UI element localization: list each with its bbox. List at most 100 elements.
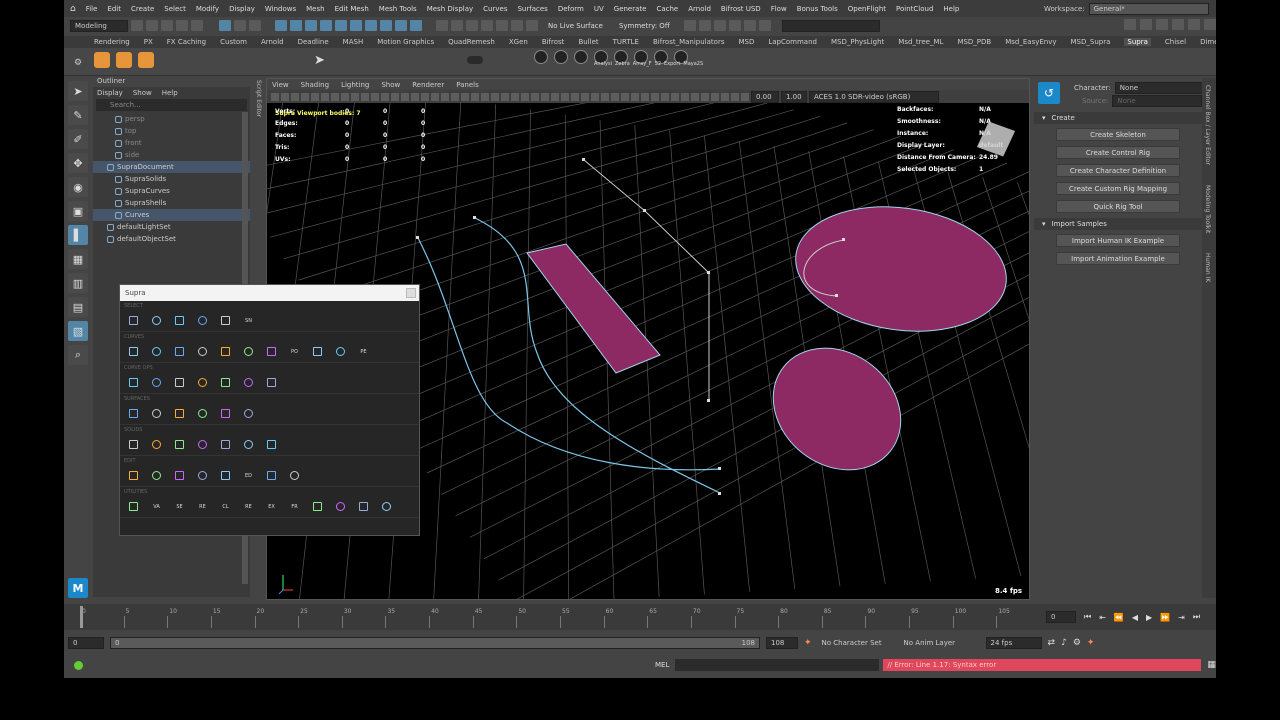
viewport-tool-icon[interactable] [641, 92, 649, 101]
import-section-header[interactable]: ▾ Import Samples [1034, 218, 1202, 230]
polyline-curve[interactable] [583, 159, 710, 401]
supra-tool-icon[interactable] [217, 312, 234, 329]
viewport-tool-icon[interactable] [471, 92, 479, 101]
viewport-menu-view[interactable]: View [272, 81, 289, 89]
viewport-tool-icon[interactable] [501, 92, 509, 101]
viewport-tool-icon[interactable] [541, 92, 549, 101]
menu-uv[interactable]: UV [594, 5, 604, 13]
outliner-item[interactable]: top [93, 125, 250, 137]
shelf-tab-dimension[interactable]: Dimension [1200, 38, 1216, 46]
start-time-field[interactable]: 0 [68, 637, 104, 649]
supra-tool-icon[interactable]: RE [194, 498, 211, 515]
outliner-item[interactable]: SupraSolids [93, 173, 250, 185]
snap-grid-icon[interactable] [275, 20, 287, 31]
menu-surfaces[interactable]: Surfaces [517, 5, 547, 13]
camera-icon[interactable] [526, 20, 538, 31]
snap-misc-icon[interactable] [410, 20, 422, 31]
supra-tool-icon[interactable] [332, 498, 349, 515]
viewport-tool-icon[interactable] [341, 92, 349, 101]
toggle-icon-a[interactable] [683, 20, 696, 31]
paint-select-icon[interactable]: ✐ [68, 129, 88, 149]
supra-cube-c-icon[interactable] [138, 52, 154, 68]
shelf-tab-xgen[interactable]: XGen [509, 38, 528, 46]
shelf-arrow-icon[interactable]: ➤ [314, 53, 325, 68]
panel-toggle-1-icon[interactable] [1124, 19, 1136, 30]
hypershade-icon[interactable] [496, 20, 508, 31]
home-icon[interactable]: ⌂ [70, 4, 76, 14]
character-key-icon[interactable]: ✦ [804, 638, 812, 648]
supra-tool-icon[interactable] [240, 436, 257, 453]
viewport-tool-icon[interactable] [431, 92, 439, 101]
supra-tool-icon[interactable] [194, 405, 211, 422]
viewport-tool-icon[interactable] [581, 92, 589, 101]
supra-tool-icon[interactable] [125, 312, 142, 329]
scale-tool-icon[interactable]: ▣ [68, 201, 88, 221]
viewport-tool-icon[interactable] [521, 92, 529, 101]
viewport-tool-icon[interactable] [381, 92, 389, 101]
viewport-menu-show[interactable]: Show [381, 81, 400, 89]
viewport-menu-shading[interactable]: Shading [301, 81, 329, 89]
supra-tool-icon[interactable]: PO [286, 343, 303, 360]
supra-tool-icon[interactable] [263, 374, 280, 391]
outliner-menu-display[interactable]: Display [97, 89, 123, 97]
menu-bifrost-usd[interactable]: Bifrost USD [721, 5, 761, 13]
import-button[interactable]: Import Animation Example [1056, 252, 1180, 265]
range-bar[interactable]: 0 108 [110, 637, 760, 649]
snap-point-icon[interactable] [305, 20, 317, 31]
viewport-tool-icon[interactable] [601, 92, 609, 101]
menu-mesh-display[interactable]: Mesh Display [427, 5, 473, 13]
go-end-icon[interactable]: ⏭ [1193, 612, 1200, 622]
select-object-icon[interactable] [234, 20, 246, 31]
snap-view-icon[interactable] [320, 20, 332, 31]
supra-tool-icon[interactable] [125, 467, 142, 484]
viewport-menu-lighting[interactable]: Lighting [341, 81, 369, 89]
menu-help[interactable]: Help [943, 5, 959, 13]
shelf-gear-icon[interactable]: ⚙ [74, 58, 82, 68]
viewport-tool-icon[interactable] [611, 92, 619, 101]
viewport-menu-renderer[interactable]: Renderer [412, 81, 444, 89]
supra-tool-icon[interactable] [148, 374, 165, 391]
shelf-tab-msd-pdb[interactable]: MSD_PDB [957, 38, 991, 46]
viewport-tool-icon[interactable] [281, 92, 289, 101]
viewport-tool-icon[interactable] [591, 92, 599, 101]
shelf-script-button[interactable] [554, 50, 568, 64]
live-surface-label[interactable]: No Live Surface [548, 22, 603, 30]
select-component-icon[interactable] [249, 20, 261, 31]
menu-openflight[interactable]: OpenFlight [848, 5, 886, 13]
create-section-header[interactable]: ▾ Create [1034, 112, 1202, 124]
script-editor-icon[interactable]: ▦ [1207, 660, 1216, 670]
shelf-tab-lapcommand[interactable]: LapCommand [768, 38, 817, 46]
snap-edge-icon[interactable] [365, 20, 377, 31]
shelf-tab-deadline[interactable]: Deadline [298, 38, 329, 46]
supra-tool-icon[interactable] [171, 312, 188, 329]
menu-select[interactable]: Select [164, 5, 186, 13]
viewport-tool-icon[interactable] [731, 92, 739, 101]
menu-bonus-tools[interactable]: Bonus Tools [797, 5, 838, 13]
shelf-tab-bullet[interactable]: Bullet [578, 38, 598, 46]
viewport-tool-icon[interactable] [571, 92, 579, 101]
toggle-icon-c[interactable] [713, 20, 726, 31]
search-icon[interactable]: ⌕ [68, 345, 88, 365]
side-tab[interactable]: Human IK [1202, 250, 1213, 285]
shelf-tab-rendering[interactable]: Rendering [94, 38, 130, 46]
panel-toggle-4-icon[interactable] [1172, 19, 1184, 30]
shelf-tab-mash[interactable]: MASH [343, 38, 364, 46]
viewport-tool-icon[interactable] [741, 92, 749, 101]
shelf-script-button[interactable] [534, 50, 548, 64]
shelf-tab-bifrost[interactable]: Bifrost [542, 38, 565, 46]
colorspace-dropdown[interactable]: ACES 1.0 SDR-video (sRGB) [809, 90, 939, 103]
viewport-tool-icon[interactable] [441, 92, 449, 101]
snap-face-icon[interactable] [380, 20, 392, 31]
snap-live-icon[interactable] [335, 20, 347, 31]
shelf-tab-motion-graphics[interactable]: Motion Graphics [377, 38, 434, 46]
shelf-tab-msd-easyenvy[interactable]: Msd_EasyEnvy [1005, 38, 1056, 46]
supra-tool-icon[interactable] [148, 312, 165, 329]
ipr-icon[interactable] [466, 20, 478, 31]
shelf-tab-msd[interactable]: MSD [738, 38, 754, 46]
viewport-tool-icon[interactable] [401, 92, 409, 101]
far-clip-field[interactable]: 1.00 [781, 90, 807, 103]
supra-tool-icon[interactable] [378, 498, 395, 515]
outliner-item[interactable]: SupraDocument [93, 161, 250, 173]
supra-tool-icon[interactable] [194, 374, 211, 391]
supra-tool-icon[interactable] [240, 405, 257, 422]
